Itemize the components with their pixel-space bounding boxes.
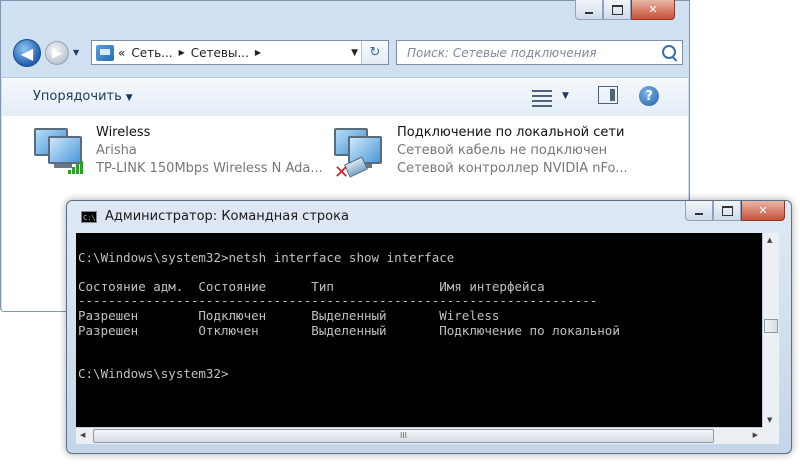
console-line: C:\Windows\system32> bbox=[78, 366, 229, 382]
horizontal-scrollbar[interactable]: ◀ III ▶ bbox=[76, 427, 762, 444]
scroll-up-icon[interactable]: ▲ bbox=[767, 236, 772, 244]
forward-button[interactable]: ▶ bbox=[45, 41, 69, 65]
organize-label: Упорядочить bbox=[33, 89, 122, 104]
window-title: Администратор: Командная строка bbox=[105, 209, 349, 224]
change-view-icon[interactable] bbox=[532, 87, 552, 107]
maximize-icon bbox=[721, 205, 733, 216]
view-options-dropdown-icon[interactable]: ▼ bbox=[562, 91, 569, 101]
command-prompt-window: C:\ Администратор: Командная строка ✕ C:… bbox=[66, 200, 792, 454]
maximize-button[interactable] bbox=[713, 201, 741, 221]
vertical-scrollbar[interactable]: ▲ ▼ bbox=[762, 233, 779, 427]
wireless-signal-icon bbox=[68, 160, 86, 174]
console-line: Разрешен Подключен Выделенный Wireless bbox=[78, 307, 500, 323]
chevron-down-icon: ▼ bbox=[125, 93, 133, 103]
breadcrumb-chevron-icon[interactable]: ▶ bbox=[179, 48, 185, 57]
connection-local-area[interactable]: Подключение по локальной сети Сетевой ка… bbox=[397, 124, 628, 178]
connection-status: Arisha bbox=[96, 143, 137, 158]
breadcrumb-network-connections[interactable]: Сетевы... bbox=[191, 46, 249, 60]
organize-button[interactable]: Упорядочить ▼ bbox=[33, 89, 133, 104]
scroll-left-icon[interactable]: ◀ bbox=[80, 431, 85, 439]
connection-status: Сетевой кабель не подключен bbox=[397, 143, 608, 158]
search-input[interactable]: Поиск: Сетевые подключения bbox=[396, 40, 683, 65]
console-line: C:\Windows\system32>netsh interface show… bbox=[78, 249, 455, 265]
breadcrumb-network[interactable]: Сеть... bbox=[131, 46, 172, 60]
minimize-icon bbox=[695, 212, 703, 215]
scroll-right-icon[interactable]: ▶ bbox=[753, 431, 758, 439]
address-history-dropdown-icon[interactable]: ▼ bbox=[351, 48, 358, 58]
search-icon[interactable] bbox=[662, 45, 676, 59]
console-line: Разрешен Отключен Выделенный Подключение… bbox=[78, 322, 620, 338]
breadcrumb-overflow[interactable]: « bbox=[118, 46, 125, 60]
connection-device: Сетевой контроллер NVIDIA nFo... bbox=[397, 161, 628, 176]
scroll-thumb[interactable] bbox=[764, 319, 778, 333]
command-bar: Упорядочить ▼ ▼ ? bbox=[2, 77, 688, 117]
search-placeholder: Поиск: Сетевые подключения bbox=[407, 45, 597, 60]
recent-pages-dropdown[interactable]: ▼ bbox=[73, 48, 79, 57]
close-button[interactable]: ✕ bbox=[631, 0, 675, 20]
command-prompt-icon: C:\ bbox=[81, 211, 97, 223]
minimize-button[interactable] bbox=[575, 0, 603, 20]
close-icon: ✕ bbox=[648, 3, 658, 16]
minimize-icon bbox=[585, 11, 593, 14]
close-icon: ✕ bbox=[758, 204, 768, 217]
navigation-bar: ◀ ▶ ▼ « Сеть... ▶ Сетевы... ▶ ▼ ↻ Поиск:… bbox=[11, 37, 683, 69]
back-button[interactable]: ◀ bbox=[13, 39, 41, 67]
scroll-grip: III bbox=[399, 431, 408, 440]
minimize-button[interactable] bbox=[685, 201, 713, 221]
close-button[interactable]: ✕ bbox=[741, 201, 785, 221]
explorer-caption-buttons: ✕ bbox=[575, 0, 675, 20]
connection-device: TP-LINK 150Mbps Wireless N Ada... bbox=[96, 161, 323, 176]
refresh-button[interactable]: ↻ bbox=[361, 41, 388, 64]
preview-pane-icon[interactable] bbox=[598, 86, 618, 104]
network-folder-icon bbox=[96, 44, 114, 61]
connection-wireless[interactable]: Wireless Arisha TP-LINK 150Mbps Wireless… bbox=[96, 124, 323, 178]
forward-arrow-icon: ▶ bbox=[52, 45, 62, 61]
address-bar[interactable]: « Сеть... ▶ Сетевы... ▶ ▼ ↻ bbox=[91, 40, 389, 65]
maximize-icon bbox=[611, 4, 623, 15]
cmd-caption-buttons: ✕ bbox=[685, 201, 785, 221]
refresh-icon: ↻ bbox=[369, 45, 381, 60]
breadcrumb-chevron-icon[interactable]: ▶ bbox=[255, 48, 261, 57]
connection-name: Подключение по локальной сети bbox=[397, 125, 625, 140]
scroll-thumb[interactable]: III bbox=[93, 429, 714, 443]
console-line: ----------------------------------------… bbox=[78, 293, 598, 309]
maximize-button[interactable] bbox=[603, 0, 631, 20]
back-arrow-icon: ◀ bbox=[20, 43, 34, 63]
console-line: Состояние адм. Состояние Тип Имя интерфе… bbox=[78, 278, 545, 294]
connection-name: Wireless bbox=[96, 125, 151, 140]
disconnected-cable-icon: ✕ bbox=[334, 156, 369, 183]
scrollbar-corner bbox=[762, 427, 779, 444]
error-x-icon: ✕ bbox=[334, 162, 350, 183]
help-icon[interactable]: ? bbox=[639, 86, 659, 106]
console-output[interactable]: C:\Windows\system32>netsh interface show… bbox=[76, 233, 762, 427]
scroll-down-icon[interactable]: ▼ bbox=[767, 416, 772, 424]
